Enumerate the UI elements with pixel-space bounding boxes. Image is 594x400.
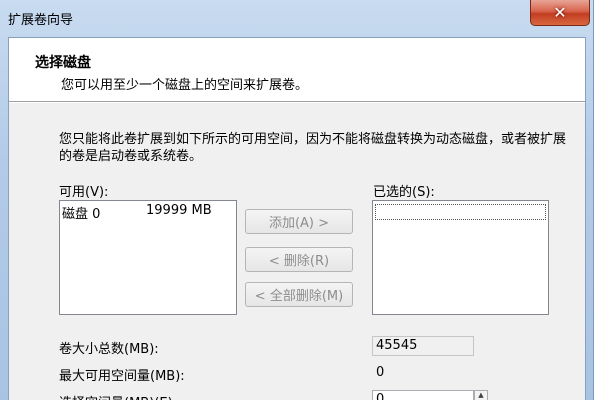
available-disks-list[interactable]: 磁盘 0 19999 MB	[59, 200, 237, 315]
max-space-field: 0	[372, 363, 474, 383]
page-subtitle: 您可以用至少一个磁盘上的空间来扩展卷。	[61, 78, 309, 93]
focus-rectangle	[375, 204, 546, 220]
wizard-body: 您只能将此卷扩展到如下所示的可用空间，因为不能将磁盘转换为动态磁盘，或者被扩展的…	[9, 103, 585, 400]
available-label: 可用(V):	[59, 185, 109, 200]
window-title: 扩展卷向导	[8, 13, 74, 28]
select-space-stepper[interactable]: ▲ ▼	[474, 390, 488, 400]
selected-disks-list[interactable]	[372, 200, 549, 315]
list-item[interactable]: 磁盘 0 19999 MB	[62, 203, 212, 222]
wizard-header: 选择磁盘 您可以用至少一个磁盘上的空间来扩展卷。	[9, 38, 585, 102]
selected-label: 已选的(S):	[373, 185, 435, 200]
select-space-input[interactable]: 0	[372, 390, 474, 400]
select-space-label: 选择空间量(MB)(E):	[59, 392, 177, 400]
total-size-label: 卷大小总数(MB):	[59, 342, 159, 357]
chevron-up-icon[interactable]: ▲	[475, 391, 487, 400]
remove-all-button[interactable]: < 全部删除(M)	[245, 282, 353, 307]
disk-name: 磁盘 0	[62, 207, 101, 222]
disk-size: 19999 MB	[146, 203, 212, 218]
add-button[interactable]: 添加(A) >	[245, 209, 353, 234]
description-text: 您只能将此卷扩展到如下所示的可用空间，因为不能将磁盘转换为动态磁盘，或者被扩展的…	[59, 132, 567, 164]
page-title: 选择磁盘	[35, 55, 91, 71]
max-space-label: 最大可用空间量(MB):	[59, 369, 185, 384]
close-icon: ✕	[553, 3, 567, 22]
close-button[interactable]: ✕	[530, 0, 590, 26]
window-frame: 扩展卷向导 ✕ 选择磁盘 您可以用至少一个磁盘上的空间来扩展卷。 您只能将此卷扩…	[0, 0, 594, 400]
total-size-field: 45545	[372, 336, 474, 356]
remove-button[interactable]: < 删除(R)	[245, 247, 353, 272]
wizard-client-area: 选择磁盘 您可以用至少一个磁盘上的空间来扩展卷。 您只能将此卷扩展到如下所示的可…	[8, 37, 586, 400]
title-bar[interactable]: 扩展卷向导 ✕	[0, 0, 594, 36]
